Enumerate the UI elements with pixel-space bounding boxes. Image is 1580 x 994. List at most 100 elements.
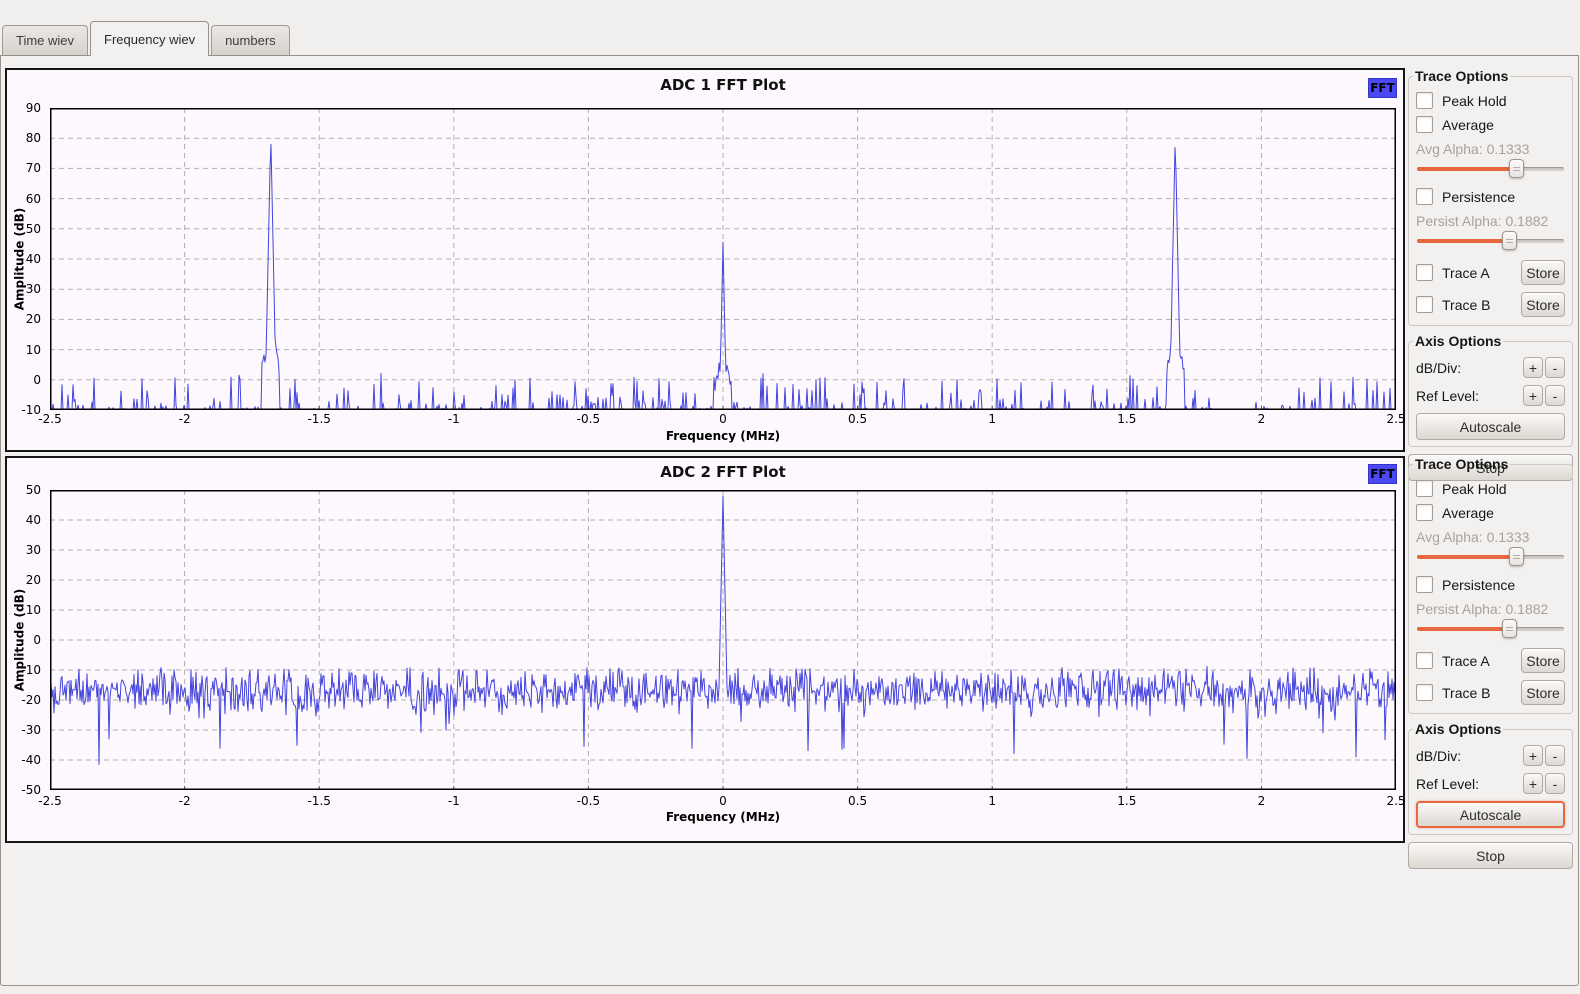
slider-fill: [1417, 167, 1517, 171]
x-tick-label: 1.5: [1117, 794, 1137, 808]
persistence-label: Persistence: [1442, 576, 1516, 593]
ref-level-minus-button[interactable]: -: [1545, 385, 1565, 406]
db-div-plus-button[interactable]: +: [1523, 745, 1543, 766]
y-tick-label: 20: [25, 312, 41, 327]
x-tick-label: 2: [1257, 794, 1266, 808]
y-tick-label: 60: [25, 191, 41, 206]
persist-alpha-label: Persist Alpha: 0.1882: [1416, 213, 1549, 229]
trace-b-row: Trace B Store: [1416, 292, 1565, 317]
trace-a-checkbox[interactable]: [1416, 652, 1433, 669]
slider-fill: [1417, 239, 1510, 243]
avg-alpha-slider[interactable]: [1417, 159, 1564, 178]
average-checkbox[interactable]: [1416, 116, 1433, 133]
x-tick-label: 1: [988, 412, 997, 426]
y-tick-label: 50: [25, 483, 41, 497]
y-tick-label: 10: [25, 342, 41, 357]
axis-options-group: Axis Options dB/Div: + - Ref Level: + - …: [1408, 333, 1573, 447]
y-tick-label: 40: [25, 513, 41, 527]
x-tick-label: 0: [719, 412, 727, 426]
y-tick-label: 30: [25, 543, 41, 557]
persistence-checkbox[interactable]: [1416, 576, 1433, 593]
slider-handle[interactable]: [1508, 547, 1524, 566]
slider-fill: [1417, 555, 1517, 559]
autoscale-button[interactable]: Autoscale: [1416, 801, 1565, 828]
x-tick-label: 1: [988, 794, 997, 808]
peak-hold-row: Peak Hold: [1416, 480, 1565, 497]
fft-badge: FFT: [1368, 78, 1397, 98]
trace-a-row: Trace A Store: [1416, 260, 1565, 285]
y-tick-label: 50: [25, 221, 41, 236]
persist-alpha-slider[interactable]: [1417, 231, 1564, 250]
persistence-row: Persistence: [1416, 188, 1565, 205]
trace-options-title: Trace Options: [1415, 456, 1509, 472]
db-div-plus-button[interactable]: +: [1523, 357, 1543, 378]
y-tick-label: 70: [25, 161, 41, 176]
persistence-label: Persistence: [1442, 188, 1516, 205]
tab-numbers[interactable]: numbers: [211, 25, 290, 55]
x-tick-label: -0.5: [576, 794, 601, 808]
slider-handle[interactable]: [1508, 159, 1524, 178]
x-tick-label: 0.5: [848, 794, 868, 808]
average-checkbox[interactable]: [1416, 504, 1433, 521]
peak-hold-label: Peak Hold: [1442, 480, 1507, 497]
slider-handle[interactable]: [1501, 619, 1517, 638]
stop-button[interactable]: Stop: [1408, 842, 1573, 869]
tab-bar: Time wiev Frequency wiev numbers: [2, 20, 292, 56]
adc2-fft-plot-container: ADC 2 FFT Plot FFT Amplitude (dB) 50 40 30…: [5, 456, 1406, 843]
peak-hold-checkbox[interactable]: [1416, 480, 1433, 497]
x-tick-label: -1: [447, 794, 460, 808]
persistence-checkbox[interactable]: [1416, 188, 1433, 205]
peak-hold-label: Peak Hold: [1442, 92, 1507, 109]
ref-level-row: Ref Level: + -: [1416, 385, 1565, 406]
y-tick-label: 0: [33, 633, 41, 647]
average-label: Average: [1442, 116, 1494, 133]
x-tick-label: -1.5: [307, 412, 331, 426]
ref-level-row: Ref Level: + -: [1416, 773, 1565, 794]
plot2-control-panel: Trace Options Peak Hold Average Avg Alph…: [1408, 456, 1573, 869]
slider-handle[interactable]: [1501, 231, 1517, 250]
trace-a-store-button[interactable]: Store: [1521, 648, 1565, 673]
peak-hold-checkbox[interactable]: [1416, 92, 1433, 109]
y-tick-label: -20: [21, 693, 41, 707]
y-tick-label: -10: [21, 663, 41, 677]
y-tick-label: -40: [21, 753, 41, 767]
db-div-minus-button[interactable]: -: [1545, 745, 1565, 766]
avg-alpha-slider[interactable]: [1417, 547, 1564, 566]
x-tick-label: -2.5: [38, 794, 62, 808]
persist-alpha-slider[interactable]: [1417, 619, 1564, 638]
y-tick-label: 90: [25, 101, 41, 115]
y-tick-label: 0: [33, 372, 41, 387]
plot2-canvas[interactable]: [50, 490, 1396, 790]
plot2-x-ticks: -2.5 -2 -1.5 -1 -0.5 0 0.5 1 1.5 2 2.5: [38, 794, 1405, 810]
tab-frequency-view[interactable]: Frequency wiev: [90, 21, 210, 56]
ref-level-label: Ref Level:: [1416, 775, 1480, 792]
plot1-y-ticks: 90 80 70 60 50 40 30 20 10 0 -10: [7, 101, 46, 417]
trace-b-checkbox[interactable]: [1416, 684, 1433, 701]
plot1-x-ticks: -2.5 -2 -1.5 -1 -0.5 0 0.5 1 1.5 2 2.5: [38, 412, 1405, 428]
x-tick-label: -2.5: [38, 412, 62, 426]
ref-level-minus-button[interactable]: -: [1545, 773, 1565, 794]
trace-b-store-button[interactable]: Store: [1521, 292, 1565, 317]
ref-level-plus-button[interactable]: +: [1523, 773, 1543, 794]
trace-b-checkbox[interactable]: [1416, 296, 1433, 313]
db-div-minus-button[interactable]: -: [1545, 357, 1565, 378]
trace-options-group: Trace Options Peak Hold Average Avg Alph…: [1408, 456, 1573, 714]
autoscale-button[interactable]: Autoscale: [1416, 413, 1565, 440]
plot2-x-axis-label: Frequency (MHz): [665, 810, 781, 824]
y-tick-label: 10: [25, 603, 41, 617]
avg-alpha-label: Avg Alpha: 0.1333: [1416, 529, 1530, 545]
x-tick-label: -1.5: [307, 794, 331, 808]
plot1-canvas[interactable]: [50, 108, 1396, 410]
tab-time-view[interactable]: Time wiev: [2, 25, 89, 55]
x-tick-label: 0.5: [848, 412, 868, 426]
avg-alpha-label: Avg Alpha: 0.1333: [1416, 141, 1530, 157]
y-tick-label: -30: [21, 723, 41, 737]
trace-b-store-button[interactable]: Store: [1521, 680, 1565, 705]
x-tick-label: 0: [719, 794, 727, 808]
db-div-row: dB/Div: + -: [1416, 745, 1565, 766]
trace-a-checkbox[interactable]: [1416, 264, 1433, 281]
ref-level-label: Ref Level:: [1416, 387, 1480, 404]
ref-level-plus-button[interactable]: +: [1523, 385, 1543, 406]
fft-badge: FFT: [1368, 464, 1397, 484]
trace-a-store-button[interactable]: Store: [1521, 260, 1565, 285]
